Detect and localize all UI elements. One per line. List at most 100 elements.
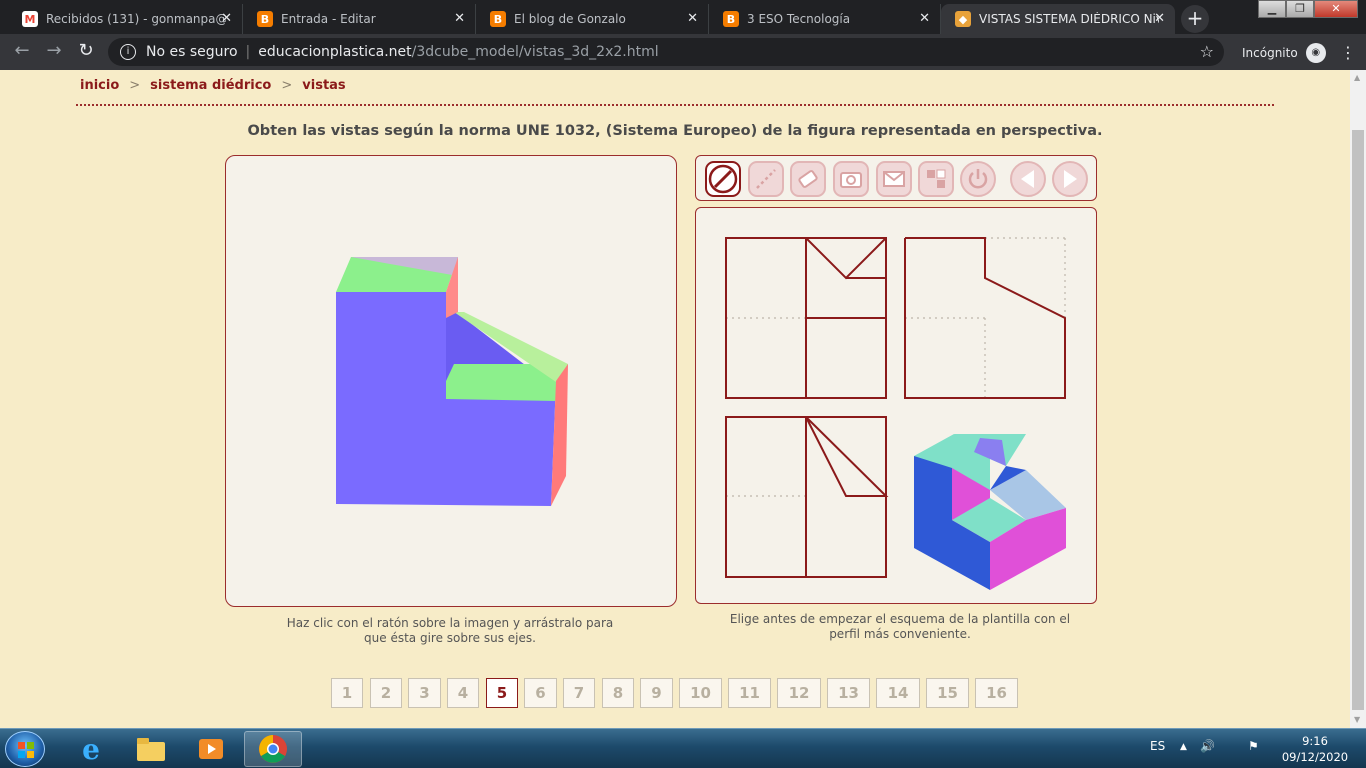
gmail-icon: M bbox=[22, 11, 38, 27]
windows-taskbar: e ES ▲ 🔊 ⚑ 9:16 09/12/2020 bbox=[0, 728, 1366, 768]
media-player-taskbar-button[interactable] bbox=[182, 731, 240, 767]
pagination: 1 2 3 4 5 6 7 8 9 10 11 12 13 14 15 16 bbox=[0, 678, 1350, 710]
views-template-panel[interactable] bbox=[695, 207, 1097, 604]
model-instructions-line1: Haz clic con el ratón sobre la imagen y … bbox=[286, 616, 614, 630]
dashed-line-button[interactable] bbox=[748, 161, 784, 197]
pencil-line-icon bbox=[708, 164, 738, 194]
breadcrumb-current[interactable]: vistas bbox=[302, 78, 345, 93]
folder-icon bbox=[137, 738, 165, 761]
taskbar-clock[interactable]: 9:16 09/12/2020 bbox=[1280, 733, 1350, 765]
page-10-button[interactable]: 10 bbox=[679, 678, 722, 708]
template-button[interactable] bbox=[918, 161, 954, 197]
page-3-button[interactable]: 3 bbox=[408, 678, 441, 708]
action-center-flag-icon[interactable]: ⚑ bbox=[1248, 739, 1259, 753]
mail-icon bbox=[883, 171, 905, 187]
back-button[interactable]: ← bbox=[10, 40, 34, 64]
tab-3-eso[interactable]: B 3 ESO Tecnología ✕ bbox=[709, 4, 941, 34]
volume-icon[interactable]: 🔊 bbox=[1200, 739, 1215, 753]
power-button[interactable] bbox=[960, 161, 996, 197]
breadcrumb-home[interactable]: inicio bbox=[80, 78, 119, 93]
show-hidden-icons-icon[interactable]: ▲ bbox=[1180, 742, 1187, 752]
close-window-button[interactable]: ✕ bbox=[1314, 0, 1358, 18]
close-tab-icon[interactable]: ✕ bbox=[919, 11, 930, 26]
forward-button[interactable]: → bbox=[42, 40, 66, 64]
pencil-line-button[interactable] bbox=[705, 161, 741, 197]
chrome-taskbar-button[interactable] bbox=[244, 731, 302, 767]
internet-explorer-icon: e bbox=[82, 732, 100, 766]
model-3d-panel[interactable] bbox=[225, 155, 677, 607]
info-icon[interactable]: i bbox=[120, 44, 136, 60]
model-3d-figure[interactable] bbox=[226, 156, 676, 606]
camera-button[interactable] bbox=[833, 161, 869, 197]
page-content: inicio > sistema diédrico > vistas Obten… bbox=[0, 70, 1350, 728]
bookmark-star-icon[interactable]: ☆ bbox=[1200, 42, 1214, 61]
eraser-icon bbox=[798, 170, 818, 188]
tab-title: El blog de Gonzalo bbox=[514, 12, 626, 26]
page-15-button[interactable]: 15 bbox=[926, 678, 969, 708]
tab-title: Recibidos (131) - gonmanpa@g bbox=[46, 12, 226, 26]
clock-time: 9:16 bbox=[1302, 734, 1328, 748]
url-path: /3dcube_model/vistas_3d_2x2.html bbox=[411, 44, 659, 60]
internet-explorer-taskbar-button[interactable]: e bbox=[62, 731, 120, 767]
window-controls: ▁ ❐ ✕ bbox=[1258, 0, 1358, 18]
file-explorer-taskbar-button[interactable] bbox=[122, 731, 180, 767]
start-button[interactable] bbox=[5, 731, 45, 767]
address-bar[interactable]: i No es seguro | educacionplastica.net/3… bbox=[108, 38, 1224, 66]
divider bbox=[76, 104, 1274, 106]
new-tab-button[interactable]: + bbox=[1181, 5, 1209, 33]
page-9-button[interactable]: 9 bbox=[640, 678, 673, 708]
menu-kebab-icon[interactable]: ⋮ bbox=[1340, 43, 1356, 62]
page-2-button[interactable]: 2 bbox=[370, 678, 402, 708]
breadcrumb-section[interactable]: sistema diédrico bbox=[150, 78, 271, 93]
incognito-icon: ◉ bbox=[1305, 43, 1326, 63]
construction-lines bbox=[726, 237, 1066, 497]
mail-button[interactable] bbox=[876, 161, 912, 197]
page-title: Obten las vistas según la norma UNE 1032… bbox=[247, 123, 1103, 139]
scroll-up-icon[interactable]: ▲ bbox=[1354, 73, 1360, 82]
model-instructions: Haz clic con el ratón sobre la imagen y … bbox=[280, 616, 620, 646]
windows-logo-icon bbox=[18, 742, 34, 758]
tab-entrada-editar[interactable]: B Entrada - Editar ✕ bbox=[243, 4, 476, 34]
tab-title: 3 ESO Tecnología bbox=[747, 12, 851, 26]
incognito-indicator[interactable]: Incógnito ◉ bbox=[1242, 43, 1326, 63]
close-tab-icon[interactable]: ✕ bbox=[221, 11, 232, 26]
tab-gmail[interactable]: M Recibidos (131) - gonmanpa@g ✕ bbox=[8, 4, 243, 34]
blogger-icon: B bbox=[257, 11, 273, 27]
page-4-button[interactable]: 4 bbox=[447, 678, 479, 708]
browser-toolbar: ← → ↻ i No es seguro | educacionplastica… bbox=[0, 34, 1366, 70]
page-11-button[interactable]: 11 bbox=[728, 678, 771, 708]
tab-el-blog[interactable]: B El blog de Gonzalo ✕ bbox=[476, 4, 709, 34]
minimize-button[interactable]: ▁ bbox=[1258, 0, 1286, 18]
page-6-button[interactable]: 6 bbox=[524, 678, 557, 708]
next-arrow-icon bbox=[1064, 170, 1077, 188]
close-tab-icon[interactable]: ✕ bbox=[1154, 11, 1165, 26]
isometric-reference-model bbox=[914, 434, 1066, 590]
page-16-button[interactable]: 16 bbox=[975, 678, 1018, 708]
close-tab-icon[interactable]: ✕ bbox=[454, 11, 465, 26]
views-drawing[interactable] bbox=[696, 208, 1096, 603]
page-5-button-current[interactable]: 5 bbox=[486, 678, 518, 708]
scroll-down-icon[interactable]: ▼ bbox=[1354, 715, 1360, 724]
close-tab-icon[interactable]: ✕ bbox=[687, 11, 698, 26]
maximize-button[interactable]: ❐ bbox=[1286, 0, 1314, 18]
page-scrollbar[interactable]: ▲ ▼ bbox=[1350, 70, 1366, 728]
tab-vistas-active[interactable]: ◆ VISTAS SISTEMA DIÉDRICO Nive ✕ bbox=[941, 4, 1175, 34]
blogger-icon: B bbox=[490, 11, 506, 27]
browser-tab-strip: M Recibidos (131) - gonmanpa@g ✕ B Entra… bbox=[0, 0, 1366, 34]
language-indicator[interactable]: ES bbox=[1150, 739, 1165, 753]
scrollbar-thumb[interactable] bbox=[1352, 130, 1364, 710]
page-12-button[interactable]: 12 bbox=[777, 678, 821, 708]
eraser-button[interactable] bbox=[790, 161, 826, 197]
page-8-button[interactable]: 8 bbox=[602, 678, 634, 708]
page-13-button[interactable]: 13 bbox=[827, 678, 870, 708]
template-icon bbox=[927, 169, 946, 188]
reload-button[interactable]: ↻ bbox=[74, 40, 98, 64]
previous-button[interactable] bbox=[1010, 161, 1046, 197]
template-instructions-line2: perfil más conveniente. bbox=[829, 627, 971, 641]
page-1-button[interactable]: 1 bbox=[331, 678, 363, 708]
page-7-button[interactable]: 7 bbox=[563, 678, 595, 708]
page-14-button[interactable]: 14 bbox=[876, 678, 920, 708]
next-button[interactable] bbox=[1052, 161, 1088, 197]
chrome-icon bbox=[259, 735, 287, 763]
security-label: No es seguro bbox=[146, 44, 238, 60]
